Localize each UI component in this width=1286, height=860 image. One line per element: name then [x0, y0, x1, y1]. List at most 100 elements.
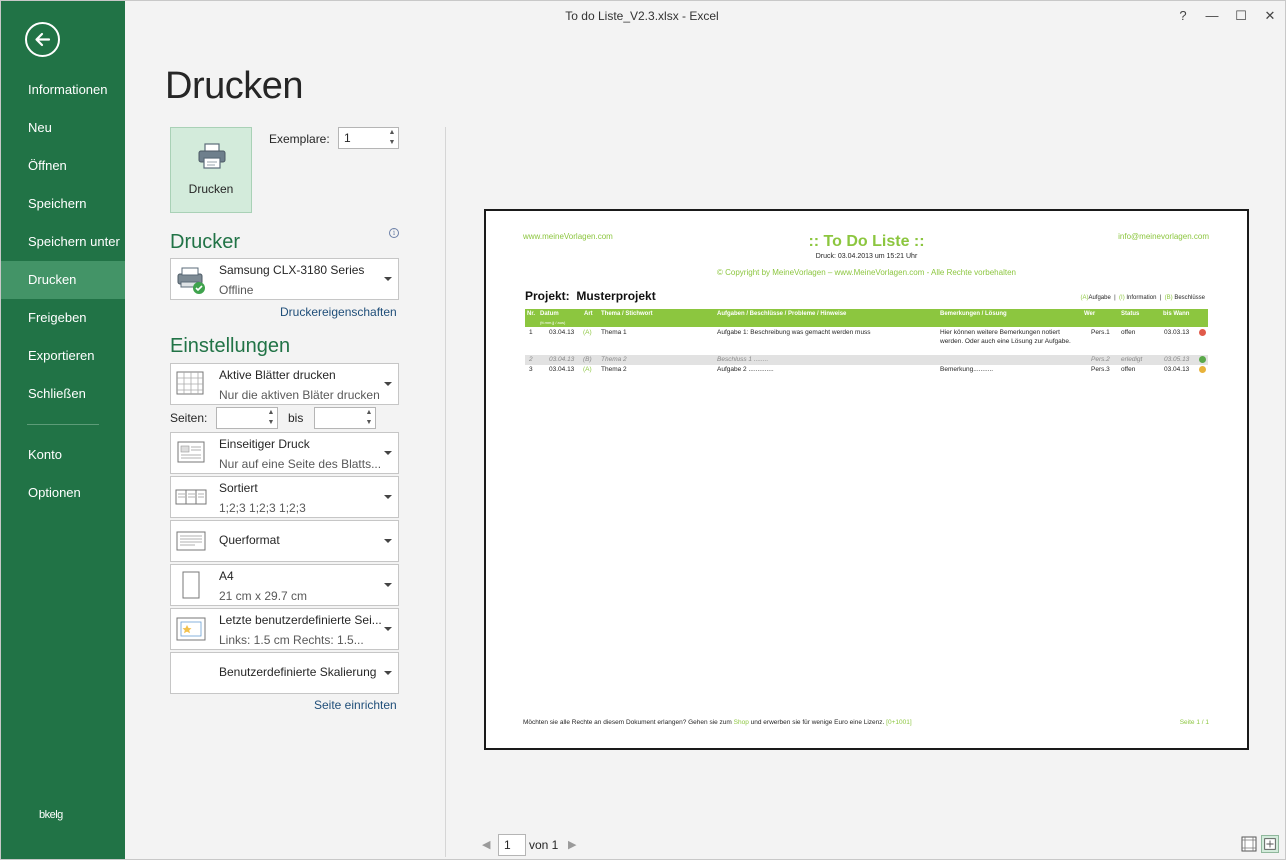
page-total-label: von 1 — [529, 838, 559, 852]
preview-footer-text: Möchten sie alle Rechte an diesem Dokume… — [523, 719, 912, 726]
column-header: Status — [1121, 311, 1140, 317]
status-dot-icon — [1199, 366, 1206, 373]
orientation-select[interactable]: Querformat — [170, 520, 399, 562]
maximize-icon[interactable]: ☐ — [1230, 7, 1252, 25]
column-header: Thema / Stichwort — [601, 311, 653, 317]
printer-select[interactable]: Samsung CLX-3180 Series Offline — [170, 258, 399, 300]
paper-size-select[interactable]: A4 21 cm x 29.7 cm — [170, 564, 399, 606]
back-arrow-icon[interactable] — [25, 22, 60, 57]
stepper-arrows-icon[interactable]: ▲ ▼ — [386, 128, 398, 148]
chevron-right-icon[interactable]: ▶ — [568, 838, 576, 851]
collate-sub: 1;2;3 1;2;3 1;2;3 — [219, 501, 306, 515]
collate-select[interactable]: Sortiert 1;2;3 1;2;3 1;2;3 — [170, 476, 399, 518]
pages-label: Seiten: — [170, 411, 208, 425]
paper-size-main: A4 — [219, 569, 234, 583]
chevron-left-icon[interactable]: ◀ — [482, 838, 490, 851]
print-sides-select[interactable]: Einseitiger Druck Nur auf eine Seite des… — [170, 432, 399, 474]
column-header: Bemerkungen / Lösung — [940, 311, 1007, 317]
preview-title: :: To Do Liste :: — [808, 233, 925, 250]
copies-stepper[interactable]: 1 ▲ ▼ — [338, 127, 399, 149]
zoom-to-page-icon[interactable] — [1261, 835, 1279, 853]
chevron-down-icon — [384, 451, 392, 455]
printer-icon — [198, 143, 226, 169]
nav-item-oeffnen[interactable]: Öffnen — [1, 147, 125, 185]
preview-project: Projekt: Musterprojekt — [525, 289, 656, 303]
backstage-nav: Informationen Neu Öffnen Speichern Speic… — [1, 71, 125, 512]
nav-item-drucken[interactable]: Drucken — [1, 261, 125, 299]
column-header: Aufgaben / Beschlüsse / Probleme / Hinwe… — [717, 311, 847, 317]
print-button-label: Drucken — [188, 182, 234, 196]
margins-sub: Links: 1.5 cm Rechts: 1.5... — [219, 633, 364, 647]
panel-divider — [445, 127, 446, 857]
scaling-select[interactable]: Benutzerdefinierte Skalierung — [170, 652, 399, 694]
preview-project-label: Projekt: — [525, 289, 570, 303]
chevron-down-icon — [384, 277, 392, 281]
margins-select[interactable]: Letzte benutzerdefinierte Sei... Links: … — [170, 608, 399, 650]
printer-name: Samsung CLX-3180 Series — [219, 263, 365, 277]
pages-to-stepper[interactable]: ▲ ▼ — [314, 407, 376, 429]
page-title: Drucken — [165, 65, 304, 107]
print-scope-select[interactable]: Aktive Blätter drucken Nur die aktiven B… — [170, 363, 399, 405]
nav-item-exportieren[interactable]: Exportieren — [1, 337, 125, 375]
column-header: bis Wann — [1163, 311, 1190, 317]
nav-item-konto[interactable]: Konto — [1, 436, 125, 474]
pages-from-stepper[interactable]: ▲ ▼ — [216, 407, 278, 429]
preview-copyright: © Copyright by MeineVorlagen – www.Meine… — [717, 268, 1016, 277]
orientation-main: Querformat — [219, 533, 280, 547]
preview-table-header: Nr. Datum (tt.mm.jj / aus) Art Thema / S… — [525, 309, 1208, 327]
printer-status: Offline — [219, 283, 254, 297]
window-title: To do Liste_V2.3.xlsx - Excel — [565, 9, 719, 23]
printer-section-title: Drucker — [170, 231, 241, 253]
copies-value: 1 — [344, 131, 351, 145]
sheet-grid-icon — [176, 371, 204, 395]
printer-properties-link[interactable]: Druckereigenschaften — [280, 305, 397, 319]
nav-item-informationen[interactable]: Informationen — [1, 71, 125, 109]
nav-item-schliessen[interactable]: Schließen — [1, 375, 125, 413]
preview-legend: (A)Aufgabe | (I) Information | (B) Besch… — [1080, 295, 1205, 301]
column-subheader: (tt.mm.jj / aus) — [540, 320, 566, 325]
scaling-main: Benutzerdefinierte Skalierung — [219, 665, 377, 679]
chevron-down-icon — [384, 671, 392, 675]
landscape-page-icon — [176, 531, 206, 551]
collated-pages-icon — [175, 489, 207, 505]
page-setup-link[interactable]: Seite einrichten — [314, 698, 397, 712]
nav-item-optionen[interactable]: Optionen — [1, 474, 125, 512]
backstage-sidebar: Informationen Neu Öffnen Speichern Speic… — [1, 1, 125, 859]
table-row: 1 03.04.13 (A) Thema 1 Aufgabe 1: Beschr… — [525, 328, 1208, 348]
chevron-down-icon — [384, 627, 392, 631]
column-header: Nr. — [527, 311, 536, 317]
nav-item-speichern[interactable]: Speichern — [1, 185, 125, 223]
chevron-down-icon — [384, 539, 392, 543]
one-sided-page-icon — [177, 441, 205, 463]
info-icon[interactable]: i — [389, 228, 399, 238]
stepper-arrows-icon[interactable]: ▲ ▼ — [265, 408, 277, 428]
sidebar-footer-text: bkelg — [39, 809, 63, 821]
preview-print-date: Druck: 03.04.2013 um 15:21 Uhr — [815, 253, 918, 260]
show-margins-icon[interactable] — [1240, 835, 1258, 853]
excel-backstage-window: Informationen Neu Öffnen Speichern Speic… — [0, 0, 1286, 860]
nav-item-neu[interactable]: Neu — [1, 109, 125, 147]
table-row: 3 03.04.13 (A) Thema 2 Aufgabe 2 .......… — [525, 365, 1208, 375]
printer-device-icon — [177, 267, 205, 294]
status-dot-icon — [1199, 329, 1206, 336]
help-icon[interactable]: ? — [1172, 7, 1194, 25]
nav-item-speichern-unter[interactable]: Speichern unter — [1, 223, 125, 261]
pages-to-label: bis — [288, 411, 304, 425]
close-icon[interactable]: ✕ — [1259, 7, 1281, 25]
stepper-arrows-icon[interactable]: ▲ ▼ — [363, 408, 375, 428]
print-scope-sub: Nur die aktiven Bläter drucken — [219, 388, 380, 402]
print-scope-main: Aktive Blätter drucken — [219, 368, 336, 382]
page-number-input[interactable]: 1 — [498, 834, 526, 856]
nav-item-freigeben[interactable]: Freigeben — [1, 299, 125, 337]
preview-page-number: Seite 1 / 1 — [1179, 719, 1209, 726]
print-preview-page: www.meineVorlagen.com info@meinevorlagen… — [484, 209, 1249, 750]
settings-section-title: Einstellungen — [170, 335, 291, 357]
minimize-icon[interactable]: — — [1201, 7, 1223, 25]
preview-project-name: Musterprojekt — [576, 289, 656, 303]
chevron-down-icon — [384, 382, 392, 386]
column-header: Art — [584, 311, 593, 317]
chevron-down-icon — [384, 495, 392, 499]
print-button[interactable]: Drucken — [170, 127, 252, 213]
nav-separator — [27, 424, 99, 425]
paper-size-icon — [182, 571, 200, 599]
